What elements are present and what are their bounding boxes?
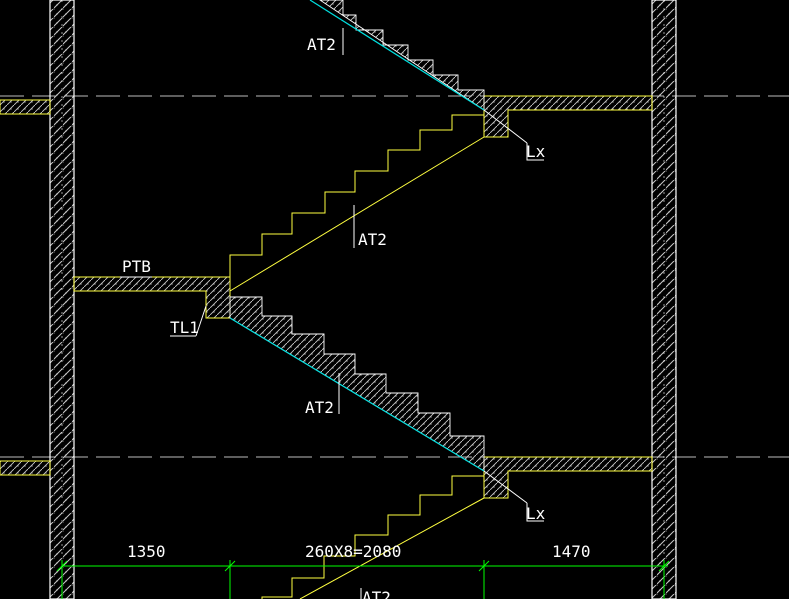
stair-flight-middle xyxy=(229,296,485,472)
left-wall xyxy=(49,0,75,599)
dimension-right: 1470 xyxy=(552,542,591,561)
label-stair-upper-right: AT2 xyxy=(358,230,387,249)
label-stair-top: AT2 xyxy=(307,35,336,54)
label-ticks xyxy=(120,28,544,599)
dimension-middle: 260X8=2080 xyxy=(305,542,401,561)
dimension-left: 1350 xyxy=(127,542,166,561)
label-beam-lower: Lx xyxy=(526,504,546,523)
left-slab-stubs xyxy=(0,99,51,476)
label-platform-beam: PTB xyxy=(122,257,151,276)
platform-slab-left xyxy=(73,276,231,319)
stair-flight-bottom xyxy=(261,475,485,599)
label-beam-upper: Lx xyxy=(526,142,546,161)
stair-flight-upper-right xyxy=(229,114,485,292)
stair-flight-top xyxy=(309,0,485,111)
landing-upper xyxy=(483,95,653,138)
right-wall xyxy=(651,0,677,599)
label-stair-middle: AT2 xyxy=(305,398,334,417)
cad-drawing-canvas[interactable]: AT2 AT2 AT2 AT2 PTB TL1 Lx Lx 1350 260X8… xyxy=(0,0,789,599)
landing-lower xyxy=(483,456,653,499)
label-stair-bottom: AT2 xyxy=(362,588,391,599)
label-landing-beam-left: TL1 xyxy=(170,318,199,337)
